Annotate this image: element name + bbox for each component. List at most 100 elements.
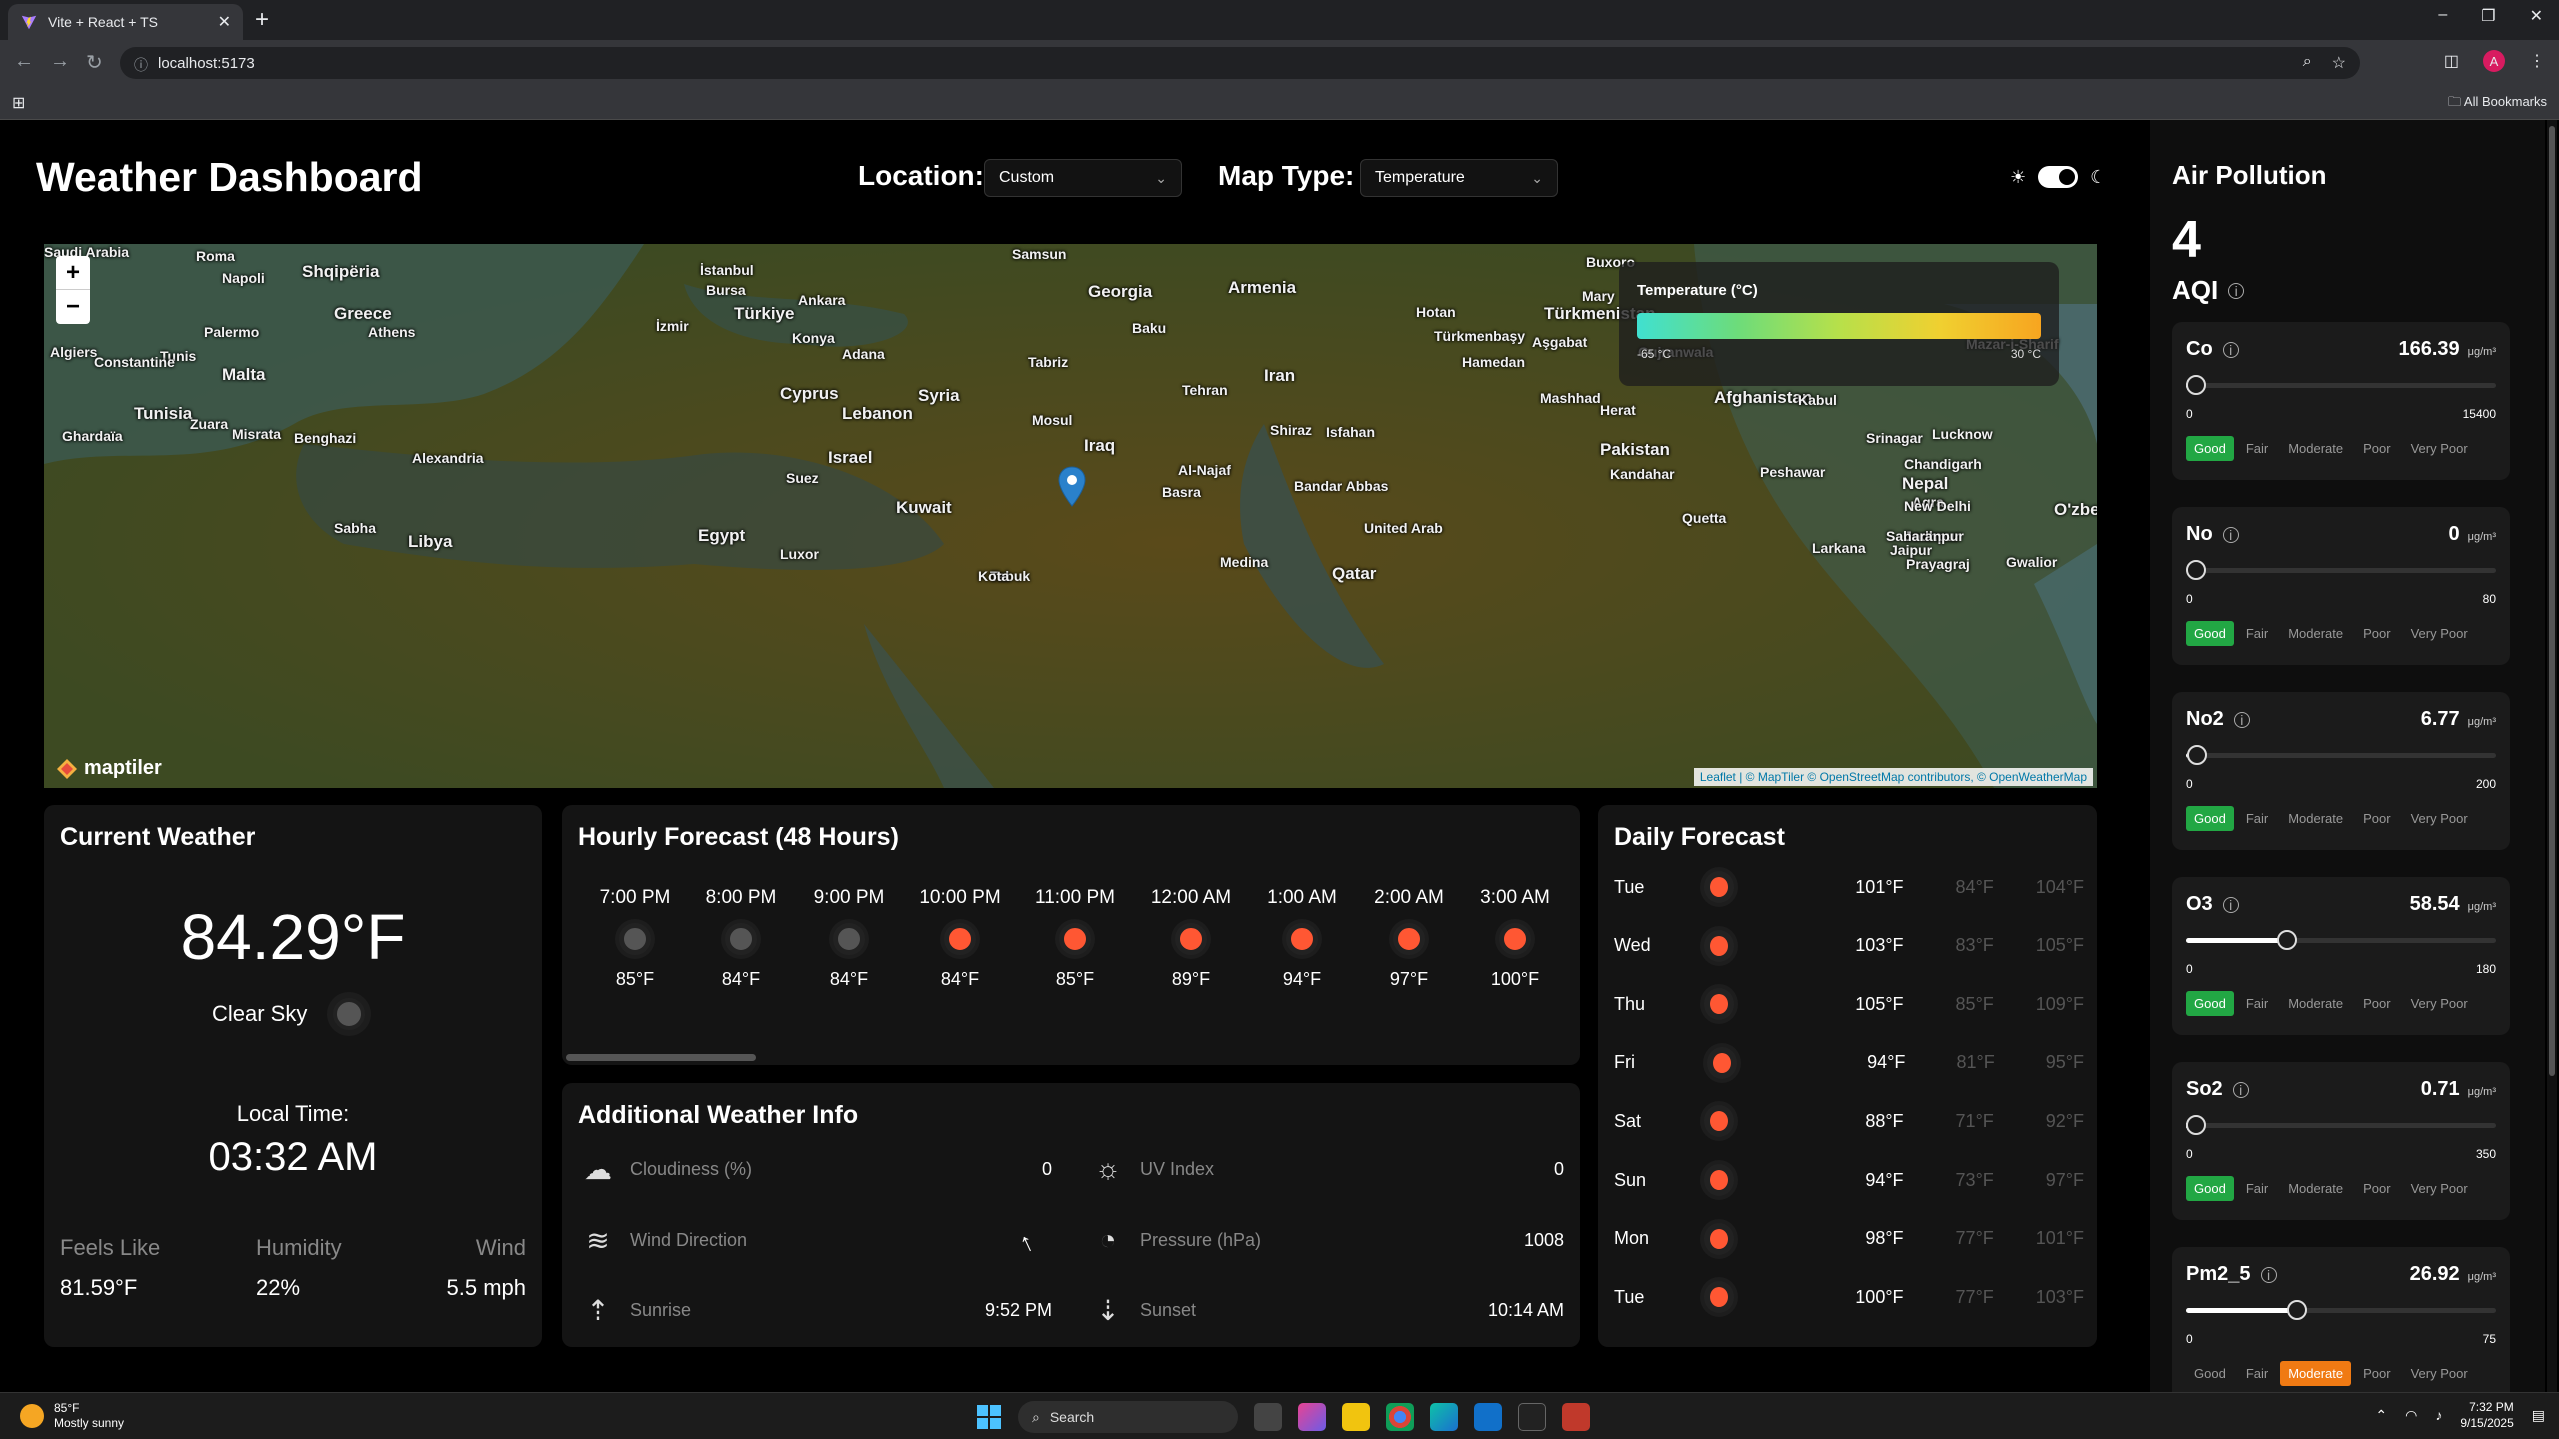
pollutant-value-row: 26.92 μg/m³ (2410, 1263, 2496, 1286)
file-explorer-icon[interactable] (1342, 1403, 1370, 1431)
menu-icon[interactable]: ⋮ (2529, 51, 2545, 71)
local-time-label: Local Time: (236, 1101, 350, 1126)
sun-outline-icon: ☼ (1095, 1153, 1121, 1184)
info-icon[interactable]: i (2222, 526, 2239, 543)
map-label: Hamedan (1462, 354, 1526, 370)
taskbar-search[interactable]: ⌕ Search (1018, 1401, 1238, 1433)
outlook-icon[interactable] (1474, 1403, 1502, 1431)
hourly-forecast-list[interactable]: 7:00 PM 85°F 8:00 PM 84°F 9:00 PM 84°F 10:00 P… (582, 887, 1568, 990)
minimize-icon[interactable]: – (2438, 6, 2447, 26)
map-type-select[interactable]: Temperature ⌄ (1360, 159, 1558, 197)
windows-start-icon[interactable] (976, 1404, 1002, 1430)
chevron-up-icon[interactable]: ⌃ (2375, 1407, 2387, 1424)
url-input[interactable]: ⓘ localhost:5173 ⌕ ☆ (120, 47, 2360, 79)
location-select[interactable]: Custom ⌄ (984, 159, 1182, 197)
daily-temp: 100°F (1855, 1286, 1904, 1307)
volume-icon[interactable]: ♪ (2435, 1407, 2442, 1423)
copilot-icon[interactable] (1298, 1403, 1326, 1431)
tab-close-icon[interactable]: ✕ (218, 12, 231, 32)
map-label: Tehran (1182, 382, 1228, 398)
map-label: Isfahan (1326, 424, 1376, 440)
sidepanel-icon[interactable]: ◫ (2444, 51, 2459, 71)
info-icon[interactable]: i (2222, 896, 2239, 913)
legend-gradient (1637, 313, 2041, 339)
hourly-item: 9:00 PM 84°F (794, 887, 904, 990)
taskbar-weather-widget[interactable]: 85°F Mostly sunny (20, 1401, 124, 1431)
location-marker-icon[interactable] (1058, 466, 1086, 508)
map-label: Luxor (780, 546, 819, 562)
feels-like-stat: Feels Like 81.59°F (60, 1235, 160, 1301)
daily-row: Thu 105°F 85°F 109°F (1614, 984, 2084, 1024)
sidebar-scrollbar-thumb[interactable] (2549, 126, 2555, 1076)
pollutant-slider-knob (2186, 1115, 2206, 1135)
feels-like-value: 81.59°F (60, 1275, 138, 1300)
pollutant-slider (2186, 745, 2496, 765)
all-bookmarks-button[interactable]: 🗀 All Bookmarks (2448, 93, 2547, 115)
zoom-icon[interactable]: ⌕ (2303, 53, 2312, 73)
profile-avatar[interactable]: A (2483, 50, 2505, 72)
hourly-time: 1:00 AM (1267, 887, 1337, 908)
reload-icon[interactable]: ↻ (86, 50, 103, 75)
terminal-icon[interactable] (1518, 1403, 1546, 1431)
info-icon[interactable]: i (2260, 1266, 2277, 1283)
maptiler-icon (57, 758, 77, 779)
map-label: Basra (1162, 484, 1201, 500)
daily-row: Fri 94°F 81°F 95°F (1614, 1043, 2084, 1083)
taskbar-weather-text: 85°F Mostly sunny (54, 1401, 124, 1431)
status-chip: Good (2186, 436, 2234, 461)
site-info-icon[interactable]: ⓘ (134, 55, 148, 75)
new-tab-icon[interactable]: + (255, 6, 269, 34)
back-icon[interactable]: ← (14, 50, 34, 73)
theme-toggle[interactable] (2038, 166, 2079, 188)
window-controls: – ❐ ✕ (2438, 6, 2543, 26)
forward-icon[interactable]: → (50, 50, 70, 73)
info-icon[interactable]: i (2233, 711, 2250, 728)
pollutant-value-row: 0.71 μg/m³ (2421, 1078, 2496, 1101)
hourly-scrollbar[interactable] (566, 1054, 756, 1061)
wifi-icon[interactable]: ◠ (2405, 1407, 2417, 1424)
pollutant-unit: μg/m³ (2467, 531, 2496, 543)
info-icon[interactable]: i (2228, 282, 2245, 299)
task-view-icon[interactable] (1254, 1403, 1282, 1431)
map-label: Georgia (1088, 282, 1153, 301)
close-window-icon[interactable]: ✕ (2530, 6, 2543, 26)
sun-icon (1704, 1164, 1735, 1196)
sun-icon (1286, 923, 1318, 955)
map-attribution[interactable]: Leaflet | © MapTiler © OpenStreetMap con… (1693, 768, 2093, 786)
daily-row: Sun 94°F 73°F 97°F (1614, 1160, 2084, 1200)
map-label: Sabha (334, 520, 377, 536)
app-icon[interactable] (1562, 1403, 1590, 1431)
legend-max: 30 °C (2010, 347, 2041, 361)
zoom-in-button[interactable]: + (56, 256, 90, 290)
bookmark-star-icon[interactable]: ☆ (2332, 53, 2346, 73)
weather-map[interactable]: Roma Napoli Shqipëria Greece Athens Palermo Ma… (44, 244, 2097, 788)
daily-min: 77°F (1955, 1228, 1994, 1249)
restore-icon[interactable]: ❐ (2481, 6, 2495, 26)
map-label: Ankara (798, 292, 846, 308)
browser-tab[interactable]: Vite + React + TS ✕ (8, 4, 243, 40)
status-chip: Very Poor (2410, 1181, 2468, 1196)
taskbar-clock[interactable]: 7:32 PM 9/15/2025 (2460, 1399, 2513, 1431)
daily-max: 103°F (2035, 1286, 2084, 1307)
status-chips: Good Fair Moderate Poor Very Poor (2186, 621, 2476, 646)
status-chip: Poor (2363, 1366, 2391, 1381)
hourly-time: 7:00 PM (599, 887, 671, 908)
pollutant-name: So2 (2186, 1078, 2223, 1100)
map-label: Pakistan (1600, 440, 1670, 459)
hourly-time: 10:00 PM (919, 887, 1001, 908)
info-icon[interactable]: i (2232, 1081, 2249, 1098)
chrome-icon[interactable] (1386, 1403, 1414, 1431)
zoom-out-button[interactable]: − (56, 290, 90, 324)
notification-icon[interactable]: ▤ (2532, 1407, 2545, 1424)
apps-grid-icon[interactable]: ⊞ (12, 93, 25, 113)
pollutant-value: 0 (2448, 523, 2460, 545)
maptiler-logo[interactable]: maptiler (56, 757, 162, 780)
map-label: Mary (1582, 288, 1615, 304)
info-icon[interactable]: i (2222, 341, 2239, 358)
sun-icon (944, 923, 976, 955)
map-label: Adana (842, 346, 885, 362)
pollutant-slider-fill (2186, 938, 2287, 943)
gauge-icon: ◔ (1099, 1224, 1117, 1255)
map-label: Constantine (94, 354, 175, 370)
edge-icon[interactable] (1430, 1403, 1458, 1431)
